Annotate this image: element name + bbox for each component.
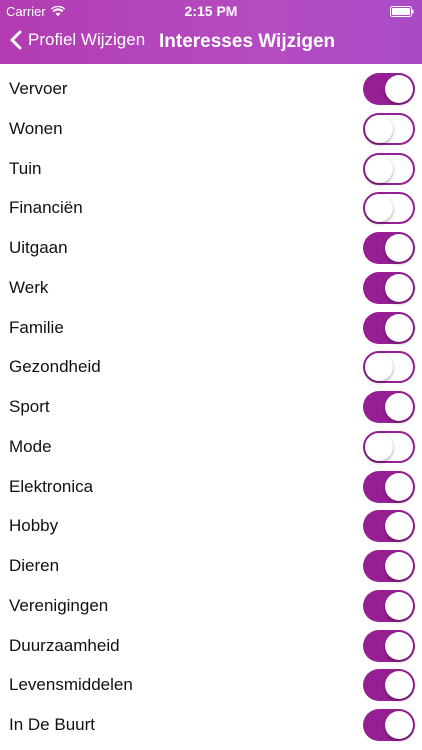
interest-label: Gezondheid <box>9 357 101 377</box>
interest-row: Hobby <box>0 507 422 547</box>
interest-toggle[interactable] <box>363 73 415 105</box>
interest-toggle[interactable] <box>363 470 415 503</box>
interest-row: Levensmiddelen <box>0 666 422 706</box>
toggle-knob <box>365 432 393 461</box>
interest-row: Mode <box>0 428 422 468</box>
toggle-knob <box>385 313 413 342</box>
toggle-knob <box>385 591 413 620</box>
header: Carrier 2:15 PM Profiel Wijzigen Interes… <box>0 0 422 64</box>
interest-label: Vervoer <box>9 79 68 98</box>
interest-toggle[interactable] <box>363 709 415 741</box>
interest-row: Wonen <box>0 110 422 150</box>
toggle-knob <box>385 273 413 302</box>
interest-label: Duurzaamheid <box>9 635 120 655</box>
interest-label: Financiën <box>9 198 83 218</box>
interest-toggle[interactable] <box>363 629 415 662</box>
toggle-knob <box>365 194 393 223</box>
interest-toggle[interactable] <box>363 271 415 304</box>
interest-label: Tuin <box>9 158 42 178</box>
interest-label: Levensmiddelen <box>9 675 133 695</box>
navigation-bar: Profiel Wijzigen Interesses Wijzigen <box>0 22 422 64</box>
interest-label: Familie <box>9 317 64 337</box>
interest-toggle[interactable] <box>363 152 415 185</box>
interest-row: Financiën <box>0 189 422 229</box>
interest-label: Wonen <box>9 118 63 138</box>
interest-toggle[interactable] <box>363 112 415 145</box>
interest-label: Uitgaan <box>9 238 68 257</box>
toggle-knob <box>385 234 413 262</box>
interest-toggle[interactable] <box>363 232 415 264</box>
interest-row: Familie <box>0 309 422 349</box>
interest-row: Werk <box>0 269 422 309</box>
interest-row: Sport <box>0 388 422 428</box>
interest-label: Werk <box>9 277 49 297</box>
toggle-knob <box>365 114 393 143</box>
chevron-left-icon <box>10 30 22 50</box>
interest-label: Sport <box>9 397 50 416</box>
interest-row: Tuin <box>0 150 422 190</box>
interest-toggle[interactable] <box>363 510 415 543</box>
toggle-knob <box>385 552 413 580</box>
interest-toggle[interactable] <box>363 550 415 582</box>
interest-toggle[interactable] <box>363 669 415 702</box>
toggle-knob <box>365 154 393 183</box>
battery-icon <box>390 6 414 17</box>
interest-list: Vervoer Wonen Tuin Financiën Uitgaan Werk Fami… <box>0 70 422 746</box>
interest-row: Elektronica <box>0 468 422 508</box>
interest-row: Uitgaan <box>0 229 422 269</box>
interest-label: Dieren <box>9 556 60 575</box>
interest-toggle[interactable] <box>363 391 415 423</box>
interest-label: Mode <box>9 436 52 456</box>
interest-row: Verenigingen <box>0 587 422 627</box>
back-button[interactable]: Profiel Wijzigen <box>10 30 145 50</box>
interest-row: Duurzaamheid <box>0 627 422 667</box>
toggle-knob <box>365 353 393 382</box>
interest-row: Vervoer <box>0 70 422 110</box>
toggle-knob <box>385 631 413 660</box>
toggle-knob <box>385 75 413 103</box>
interest-toggle[interactable] <box>363 430 415 463</box>
interest-label: Hobby <box>9 516 59 536</box>
interest-row: In De Buurt <box>0 706 422 746</box>
interest-toggle[interactable] <box>363 589 415 622</box>
interest-row: Dieren <box>0 547 422 587</box>
status-bar: Carrier 2:15 PM <box>0 0 422 22</box>
toggle-knob <box>385 711 413 739</box>
back-button-label: Profiel Wijzigen <box>28 30 146 49</box>
interest-toggle[interactable] <box>363 192 415 225</box>
toggle-knob <box>385 512 413 541</box>
interest-row: Gezondheid <box>0 348 422 388</box>
toggle-knob <box>385 393 413 421</box>
interest-label: Verenigingen <box>9 595 109 615</box>
interest-label: In De Buurt <box>9 715 95 734</box>
interest-toggle[interactable] <box>363 351 415 384</box>
page-title: Interesses Wijzigen <box>159 31 336 52</box>
toggle-knob <box>385 671 413 700</box>
toggle-knob <box>385 472 413 501</box>
interest-toggle[interactable] <box>363 311 415 344</box>
status-time: 2:15 PM <box>184 3 238 19</box>
interest-label: Elektronica <box>9 476 94 496</box>
